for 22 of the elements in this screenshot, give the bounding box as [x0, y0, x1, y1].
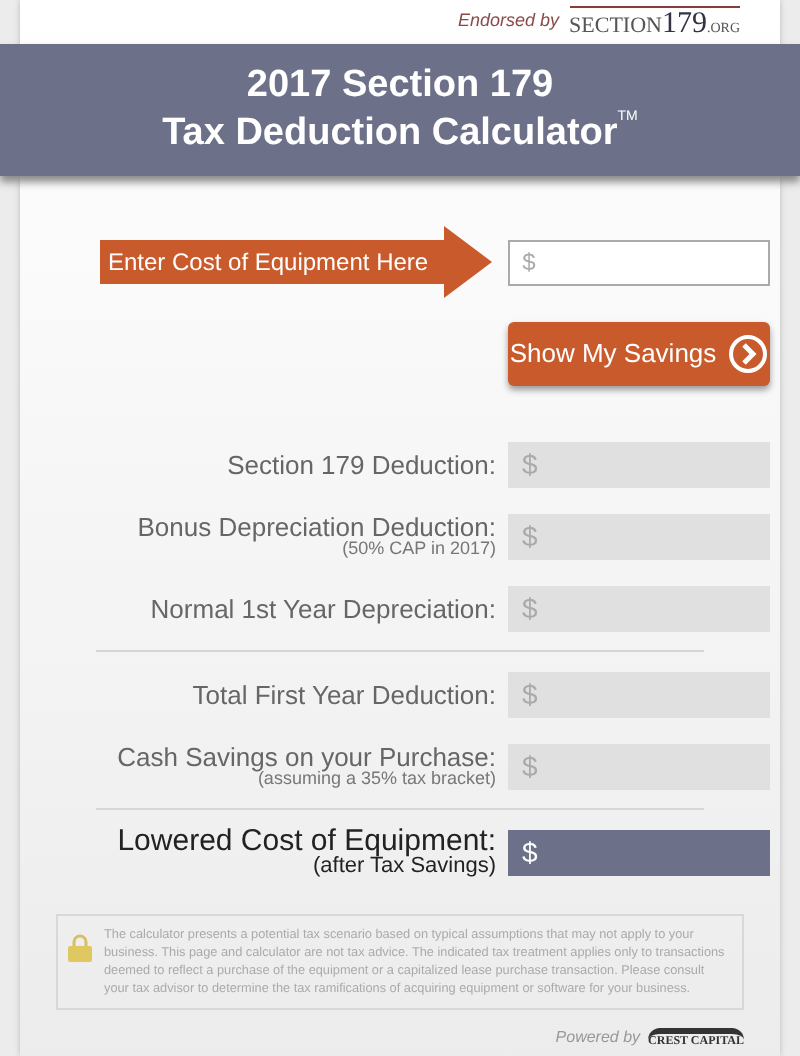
field-note: (assuming a 35% tax bracket) [257, 770, 496, 788]
show-savings-button[interactable]: Show My Savings [508, 322, 770, 386]
endorsement-label: Endorsed by [457, 8, 560, 35]
field-note: (50% CAP in 2017) [342, 540, 496, 558]
powered-by-label: Powered by [555, 1026, 641, 1050]
field-label: Normal 1st Year Depreciation: [150, 595, 496, 621]
result-field: $ [508, 585, 770, 631]
field-label: Lowered Cost of Equipment: [117, 826, 496, 856]
field-label: Total First Year Deduction: [192, 681, 496, 707]
cost-input[interactable]: $ [508, 239, 771, 285]
header-title: 2017 Section 179 [246, 62, 554, 110]
chevron-circle-icon [728, 334, 769, 374]
field-label: Section 179 Deduction: [227, 451, 496, 477]
result-field: $ [508, 743, 770, 789]
result-field: $ [508, 671, 770, 717]
field-label: Cash Savings on your Purchase: [117, 744, 496, 770]
field-label: Bonus Depreciation Deduction: [137, 514, 496, 540]
lock-icon [68, 934, 92, 962]
result-field: $ [508, 513, 770, 559]
field-note: (after Tax Savings) [312, 856, 496, 878]
result-field: $ [508, 829, 770, 875]
result-field: $ [508, 441, 770, 487]
